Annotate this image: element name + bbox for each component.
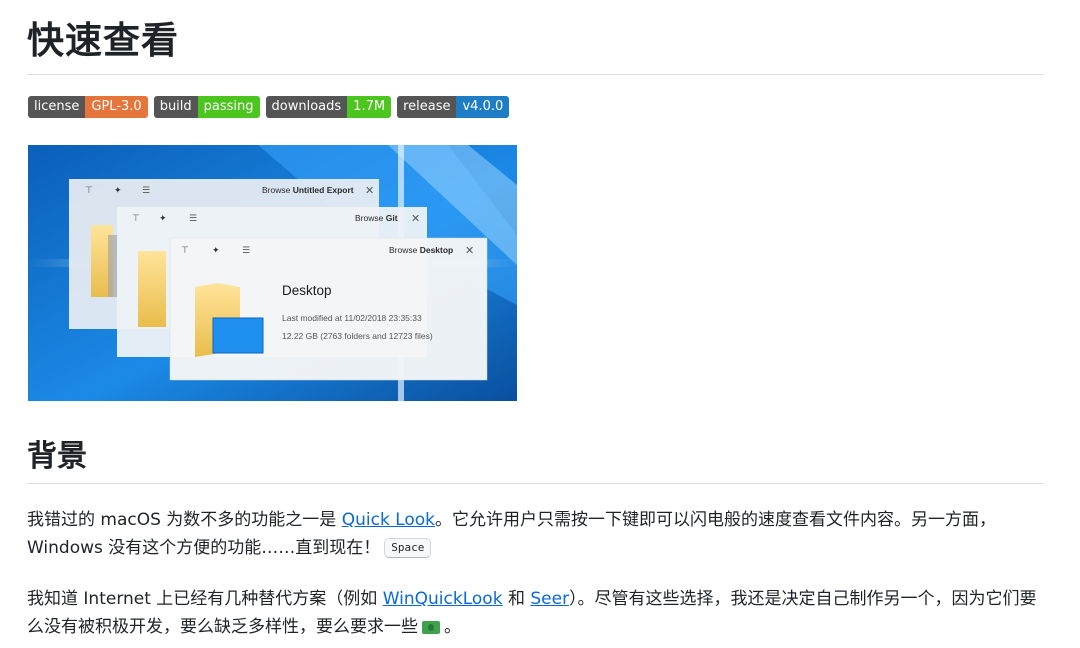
title-divider	[27, 74, 1044, 75]
list-icon: ☰	[142, 186, 150, 196]
title-name: Untitled Export	[293, 185, 354, 195]
list-icon: ☰	[189, 214, 197, 224]
badge-value: passing	[197, 96, 260, 118]
badge-value: v4.0.0	[456, 96, 510, 118]
page-title: 快速查看	[27, 19, 179, 62]
title-name: Desktop	[420, 245, 454, 255]
section-heading-background: 背景	[27, 439, 87, 474]
window-title: Browse Desktop	[389, 245, 453, 255]
space-key: Space	[384, 538, 432, 558]
pin-top-icon: ⊤	[85, 186, 93, 196]
title-name: Git	[386, 213, 398, 223]
seer-link[interactable]: Seer	[530, 589, 569, 609]
window-title: Browse Git	[355, 213, 398, 223]
badge-label: downloads	[265, 96, 348, 118]
title-prefix: Browse	[389, 245, 420, 255]
section-divider	[27, 483, 1044, 484]
text-run: 我错过的 macOS 为数不多的功能之一是	[27, 510, 342, 530]
close-icon: ✕	[465, 244, 474, 257]
license-badge[interactable]: license GPL-3.0	[28, 96, 148, 118]
preview-modified: Last modified at 11/02/2018 23:35:33	[282, 313, 422, 323]
pin-top-icon: ⊤	[132, 214, 140, 224]
readme-page: 快速查看 license GPL-3.0 build passing downl…	[0, 0, 1080, 648]
text-run: 和	[502, 589, 531, 609]
money-icon	[422, 620, 440, 634]
text-run: 我知道 Internet 上已经有几种替代方案（例如	[27, 589, 383, 609]
pin-top-icon: ⊤	[181, 246, 189, 256]
paragraph-intro: 我错过的 macOS 为数不多的功能之一是 Quick Look。它允许用户只需…	[27, 506, 1052, 562]
build-badge[interactable]: build passing	[153, 96, 260, 118]
pin-icon: ✦	[159, 214, 167, 224]
badge-value: 1.7M	[347, 96, 392, 118]
badge-row: license GPL-3.0 build passing downloads …	[28, 96, 510, 118]
pin-icon: ✦	[212, 246, 220, 256]
badge-label: build	[153, 96, 198, 118]
close-icon: ✕	[365, 184, 374, 197]
preview-size: 12.22 GB (2763 folders and 12723 files)	[282, 331, 433, 341]
title-prefix: Browse	[262, 185, 293, 195]
downloads-badge[interactable]: downloads 1.7M	[265, 96, 392, 118]
quicklook-screenshot: ⊤ ✦ ☰ Browse Untitled Export ✕ ⊤ ✦ ☰ Bro…	[28, 145, 517, 401]
quick-look-link[interactable]: Quick Look	[342, 510, 435, 530]
text-run: 。	[444, 617, 461, 637]
browse-window-desktop: ⊤ ✦ ☰ Browse Desktop ✕ Desktop Last modi…	[169, 237, 488, 381]
window-title: Browse Untitled Export	[262, 185, 354, 195]
close-icon: ✕	[411, 212, 420, 225]
winquicklook-link[interactable]: WinQuickLook	[383, 589, 503, 609]
release-badge[interactable]: release v4.0.0	[397, 96, 510, 118]
title-prefix: Browse	[355, 213, 386, 223]
badge-value: GPL-3.0	[85, 96, 148, 118]
paragraph-alternatives: 我知道 Internet 上已经有几种替代方案（例如 WinQuickLook …	[27, 585, 1052, 641]
preview-name: Desktop	[282, 283, 332, 298]
list-icon: ☰	[242, 246, 250, 256]
badge-label: release	[397, 96, 457, 118]
pin-icon: ✦	[114, 186, 122, 196]
badge-label: license	[28, 96, 86, 118]
